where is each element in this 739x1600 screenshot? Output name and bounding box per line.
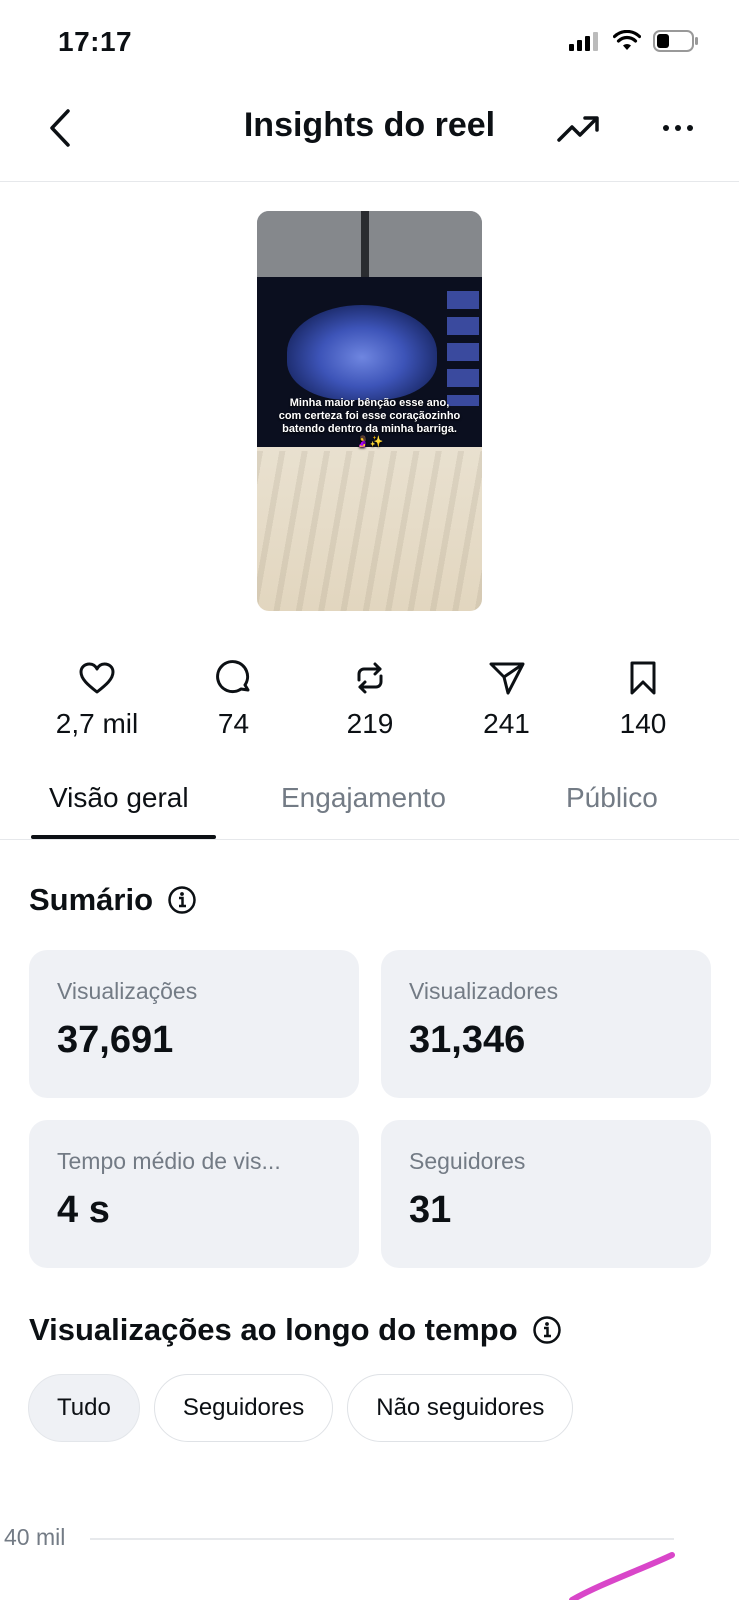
summary-card-views[interactable]: Visualizações 37,691 — [29, 950, 359, 1098]
battery-icon — [653, 30, 698, 52]
filter-chip-all[interactable]: Tudo — [28, 1374, 140, 1442]
cellular-signal-icon — [569, 32, 598, 51]
more-options-button[interactable] — [658, 108, 698, 148]
active-tab-indicator — [31, 835, 216, 839]
audience-filter-chips: Tudo Seguidores Não seguidores — [28, 1374, 574, 1442]
likes-count: 2,7 mil — [55, 708, 139, 739]
wifi-icon — [613, 30, 641, 50]
ultrasound-image — [287, 305, 437, 400]
info-icon[interactable] — [532, 1315, 562, 1345]
thumbnail-caption: Minha maior bênção esse ano, com certeza… — [278, 397, 461, 448]
shares-count: 241 — [483, 708, 530, 739]
stat-reposts: 219 — [315, 660, 425, 740]
card-label: Visualizações — [57, 978, 198, 1004]
views-over-time-heading: Visualizações ao longo do tempo — [29, 1312, 562, 1348]
views-line — [569, 1552, 675, 1600]
card-label: Seguidores — [409, 1148, 526, 1174]
heart-icon — [79, 662, 115, 694]
trending-up-icon — [557, 116, 599, 142]
reposts-count: 219 — [346, 708, 394, 739]
stat-shares: 241 — [452, 660, 562, 740]
stats-row: 2,7 mil 74 219 241 140 — [42, 660, 698, 740]
summary-title: Sumário — [29, 882, 154, 917]
stat-comments: 74 — [179, 660, 289, 740]
card-label: Tempo médio de vis... — [57, 1148, 281, 1174]
thumbnail-shadow — [257, 451, 482, 611]
card-value: 4 s — [57, 1189, 110, 1231]
trend-button[interactable] — [556, 108, 602, 148]
stat-likes: 2,7 mil — [42, 660, 152, 740]
info-icon[interactable] — [167, 885, 197, 915]
stat-saves: 140 — [588, 660, 698, 740]
status-icons — [569, 30, 699, 52]
reel-thumbnail[interactable]: Minha maior bênção esse ano, com certeza… — [257, 211, 482, 611]
summary-card-avg-watch-time[interactable]: Tempo médio de vis... 4 s — [29, 1120, 359, 1268]
thumbnail-mount — [361, 211, 369, 277]
status-bar: 17:17 — [0, 0, 739, 90]
card-value: 37,691 — [57, 1019, 174, 1061]
ultrasound-side-panel — [447, 291, 479, 406]
views-over-time-title: Visualizações ao longo do tempo — [29, 1312, 518, 1347]
thumbnail-wall — [257, 211, 482, 281]
summary-card-followers[interactable]: Seguidores 31 — [381, 1120, 711, 1268]
comment-icon — [215, 660, 249, 694]
comments-count: 74 — [217, 708, 250, 739]
card-label: Visualizadores — [409, 978, 559, 1004]
status-time: 17:17 — [58, 26, 133, 57]
summary-card-viewers[interactable]: Visualizadores 31,346 — [381, 950, 711, 1098]
tab-overview[interactable]: Visão geral — [49, 782, 189, 814]
more-horizontal-icon — [663, 125, 693, 131]
page-title: Insights do reel — [243, 106, 496, 144]
bookmark-icon — [630, 661, 656, 695]
header: Insights do reel — [0, 90, 739, 182]
filter-chip-followers[interactable]: Seguidores — [153, 1374, 334, 1442]
summary-heading: Sumário — [29, 882, 197, 918]
send-icon — [489, 662, 524, 695]
filter-chip-non-followers[interactable]: Não seguidores — [347, 1374, 574, 1442]
tab-engagement[interactable]: Engajamento — [281, 782, 446, 814]
repost-icon — [357, 662, 383, 694]
card-value: 31,346 — [409, 1019, 526, 1061]
card-value: 31 — [409, 1189, 452, 1231]
views-over-time-chart — [90, 1538, 675, 1600]
tab-audience[interactable]: Público — [566, 782, 658, 814]
saves-count: 140 — [619, 708, 667, 739]
insights-tabs: Visão geral Engajamento Público — [0, 770, 739, 840]
